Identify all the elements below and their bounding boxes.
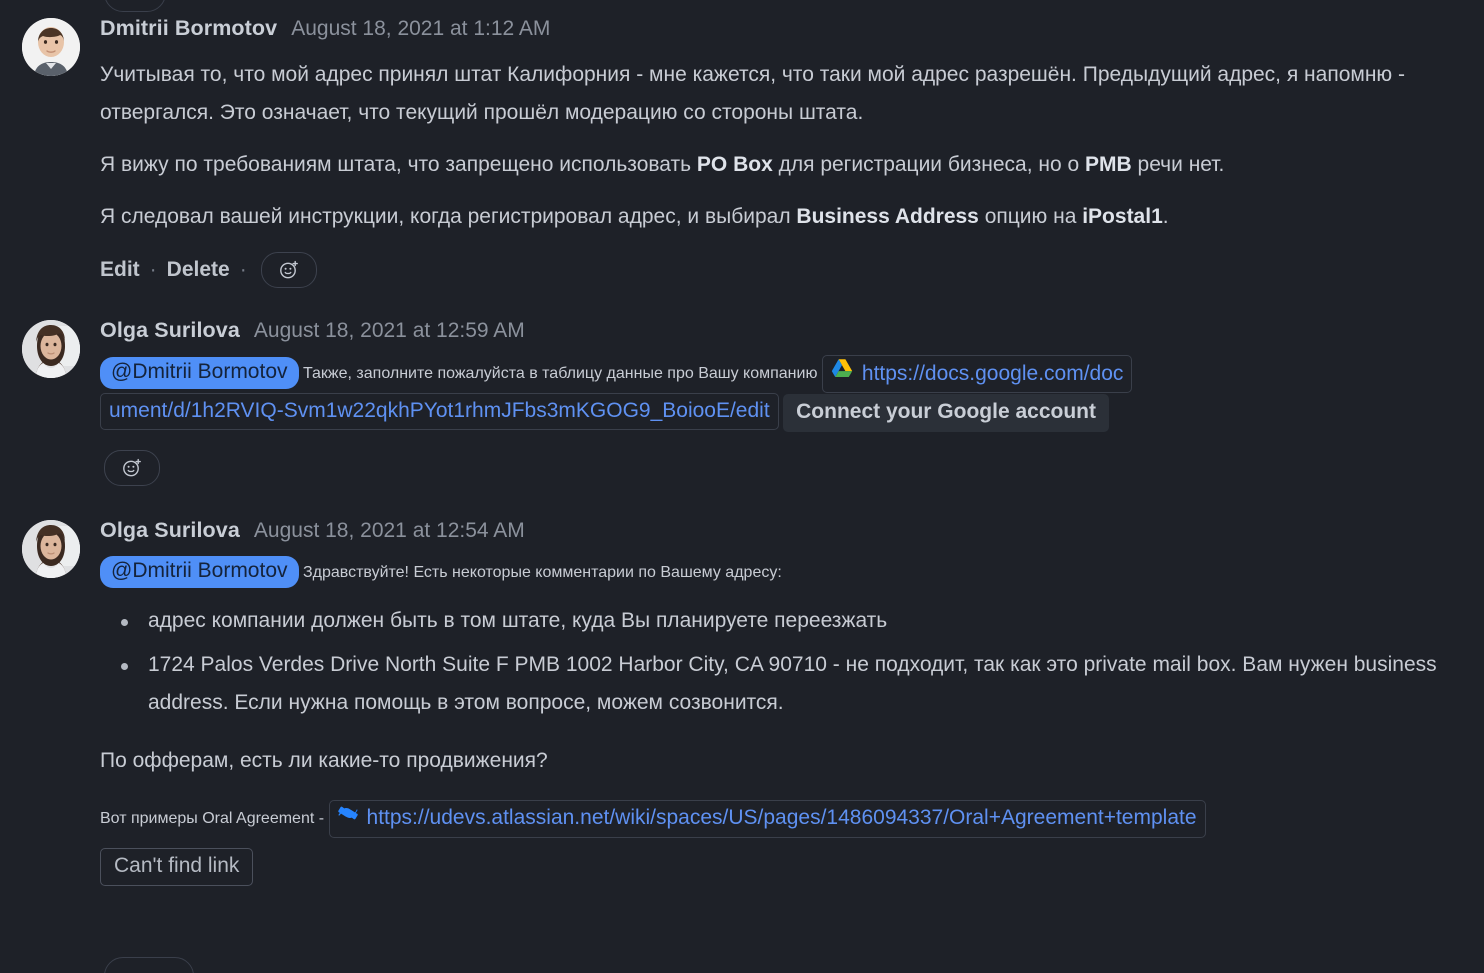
timestamp: August 18, 2021 at 12:54 AM <box>254 520 525 541</box>
confluence-icon <box>338 803 358 834</box>
confluence-link-card[interactable]: https://udevs.atlassian.net/wiki/spaces/… <box>329 800 1206 838</box>
p2-part2: для регистрации бизнеса, но о <box>773 153 1085 176</box>
timestamp: August 18, 2021 at 1:12 AM <box>291 18 550 39</box>
google-docs-url-line2[interactable]: ument/d/1h2RVIQ-Svm1w22qkhPYot1rhmJFbs3m… <box>109 396 770 426</box>
add-reaction-icon <box>278 259 300 281</box>
message-actions: Edit · Delete · <box>100 252 1484 288</box>
question-paragraph: По офферам, есть ли какие-то продвижения… <box>100 742 1480 780</box>
message-header: Olga Surilova August 18, 2021 at 12:54 A… <box>100 520 1484 546</box>
clipped-reaction-pill-bottom[interactable] <box>104 957 194 973</box>
cant-find-link-row: Can't find link <box>100 848 1484 886</box>
avatar[interactable] <box>22 520 80 578</box>
action-separator-2: · <box>240 258 247 282</box>
add-reaction-icon <box>121 457 143 479</box>
avatar[interactable] <box>22 18 80 76</box>
p3-bold-ipostal1: iPostal1 <box>1082 205 1163 228</box>
p2-part3: речи нет. <box>1132 153 1225 176</box>
message-dmitrii-bormotov: Dmitrii Bormotov August 18, 2021 at 1:12… <box>0 0 1484 288</box>
greeting-line: @Dmitrii Bormotov Здравствуйте! Есть нек… <box>100 556 1484 588</box>
paragraph-1: Учитывая то, что мой адрес принял штат К… <box>100 56 1480 132</box>
google-docs-url-line1[interactable]: https://docs.google.com/doc <box>862 359 1124 389</box>
p3-part3: . <box>1163 205 1169 228</box>
message-thread: Dmitrii Bormotov August 18, 2021 at 1:12… <box>0 0 1484 973</box>
timestamp: August 18, 2021 at 12:59 AM <box>254 320 525 341</box>
list-item: 1724 Palos Verdes Drive North Suite F PM… <box>148 646 1484 722</box>
message-olga-surilova-1254: Olga Surilova August 18, 2021 at 12:54 A… <box>0 512 1484 886</box>
list-item: адрес компании должен быть в том штате, … <box>148 602 1484 640</box>
delete-button[interactable]: Delete <box>167 258 230 282</box>
p2-bold-pmb: PMB <box>1085 153 1132 176</box>
message-body: @Dmitrii Bormotov Также, заполните пожал… <box>100 355 1484 432</box>
google-drive-icon <box>831 358 853 389</box>
author-name: Olga Surilova <box>100 520 240 542</box>
oral-agreement-prefix: Вот примеры Oral Agreement - <box>100 810 324 827</box>
add-reaction-button[interactable] <box>104 450 160 486</box>
connect-google-account-tooltip[interactable]: Connect your Google account <box>783 394 1109 432</box>
p2-bold-po-box: PO Box <box>697 153 773 176</box>
comments-list: адрес компании должен быть в том штате, … <box>100 602 1484 722</box>
confluence-url[interactable]: https://udevs.atlassian.net/wiki/spaces/… <box>367 803 1197 833</box>
author-name: Olga Surilova <box>100 320 240 342</box>
cant-find-link-tooltip[interactable]: Can't find link <box>100 848 253 886</box>
edit-button[interactable]: Edit <box>100 258 140 282</box>
message-text: Также, заполните пожалуйста в таблицу да… <box>303 365 817 382</box>
google-docs-link-card-line2[interactable]: ument/d/1h2RVIQ-Svm1w22qkhPYot1rhmJFbs3m… <box>100 393 779 430</box>
add-reaction-button[interactable] <box>261 252 317 288</box>
message-header: Dmitrii Bormotov August 18, 2021 at 1:12… <box>100 18 1484 44</box>
p3-bold-business-address: Business Address <box>796 205 978 228</box>
message-header: Olga Surilova August 18, 2021 at 12:59 A… <box>100 320 1484 346</box>
paragraph-3: Я следовал вашей инструкции, когда регис… <box>100 198 1480 236</box>
p3-part2: опцию на <box>979 205 1082 228</box>
oral-agreement-line: Вот примеры Oral Agreement - https://ude… <box>100 800 1484 838</box>
action-separator: · <box>150 258 157 282</box>
mention-chip[interactable]: @Dmitrii Bormotov <box>100 357 299 389</box>
p3-part1: Я следовал вашей инструкции, когда регис… <box>100 205 796 228</box>
paragraph-2: Я вижу по требованиям штата, что запреще… <box>100 146 1480 184</box>
p2-part1: Я вижу по требованиям штата, что запреще… <box>100 153 697 176</box>
message-olga-surilova-1259: Olga Surilova August 18, 2021 at 12:59 A… <box>0 312 1484 487</box>
mention-chip[interactable]: @Dmitrii Bormotov <box>100 556 299 588</box>
author-name: Dmitrii Bormotov <box>100 18 277 40</box>
google-docs-link-card-line1[interactable]: https://docs.google.com/doc <box>822 355 1133 393</box>
greeting-text: Здравствуйте! Есть некоторые комментарии… <box>303 564 782 581</box>
avatar[interactable] <box>22 320 80 378</box>
message-actions <box>100 450 1484 486</box>
